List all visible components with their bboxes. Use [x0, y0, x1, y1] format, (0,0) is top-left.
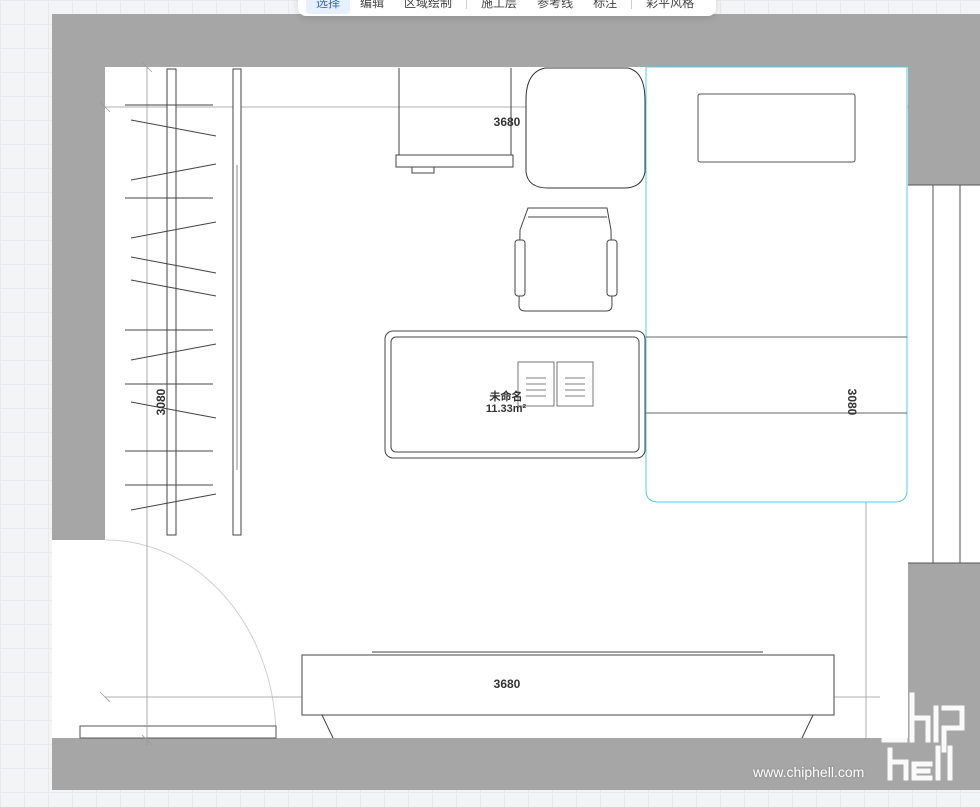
room-area: 11.33m² — [486, 403, 527, 415]
room-name: 未命名 — [489, 389, 523, 403]
tool-select-button[interactable]: 选择 — [306, 0, 351, 14]
floor-plan[interactable]: 3680 3680 3080 3080 未命名 11.33m² — [0, 0, 980, 807]
dimension-top: 3680 — [494, 115, 521, 129]
dimension-right: 3080 — [845, 389, 859, 416]
tool-construction-layer-button[interactable]: 施工层 — [471, 0, 527, 14]
toolbar-divider — [631, 0, 633, 9]
bed-pillow — [697, 93, 856, 163]
dimension-bottom: 3680 — [494, 677, 521, 691]
window-opening — [907, 185, 980, 563]
toolbar-divider — [466, 0, 468, 9]
bed[interactable] — [645, 66, 908, 503]
toolbar: 选择 编辑 区域绘制 施工层 参考线 标注 彩平风格 — [298, 0, 716, 16]
dimension-left: 3080 — [154, 388, 168, 415]
tool-annotation-button[interactable]: 标注 — [583, 0, 627, 14]
tool-area-draw-button[interactable]: 区域绘制 — [394, 0, 462, 14]
watermark-text: www.chiphell.com — [753, 764, 865, 780]
tool-color-plan-style-button[interactable]: 彩平风格 — [636, 0, 704, 14]
door-leaf[interactable] — [79, 725, 277, 739]
desk-chair[interactable] — [514, 207, 618, 312]
tool-guide-line-button[interactable]: 参考线 — [527, 0, 583, 14]
armchair[interactable] — [525, 67, 646, 189]
door-opening — [52, 540, 106, 738]
tool-edit-button[interactable]: 编辑 — [350, 0, 394, 14]
